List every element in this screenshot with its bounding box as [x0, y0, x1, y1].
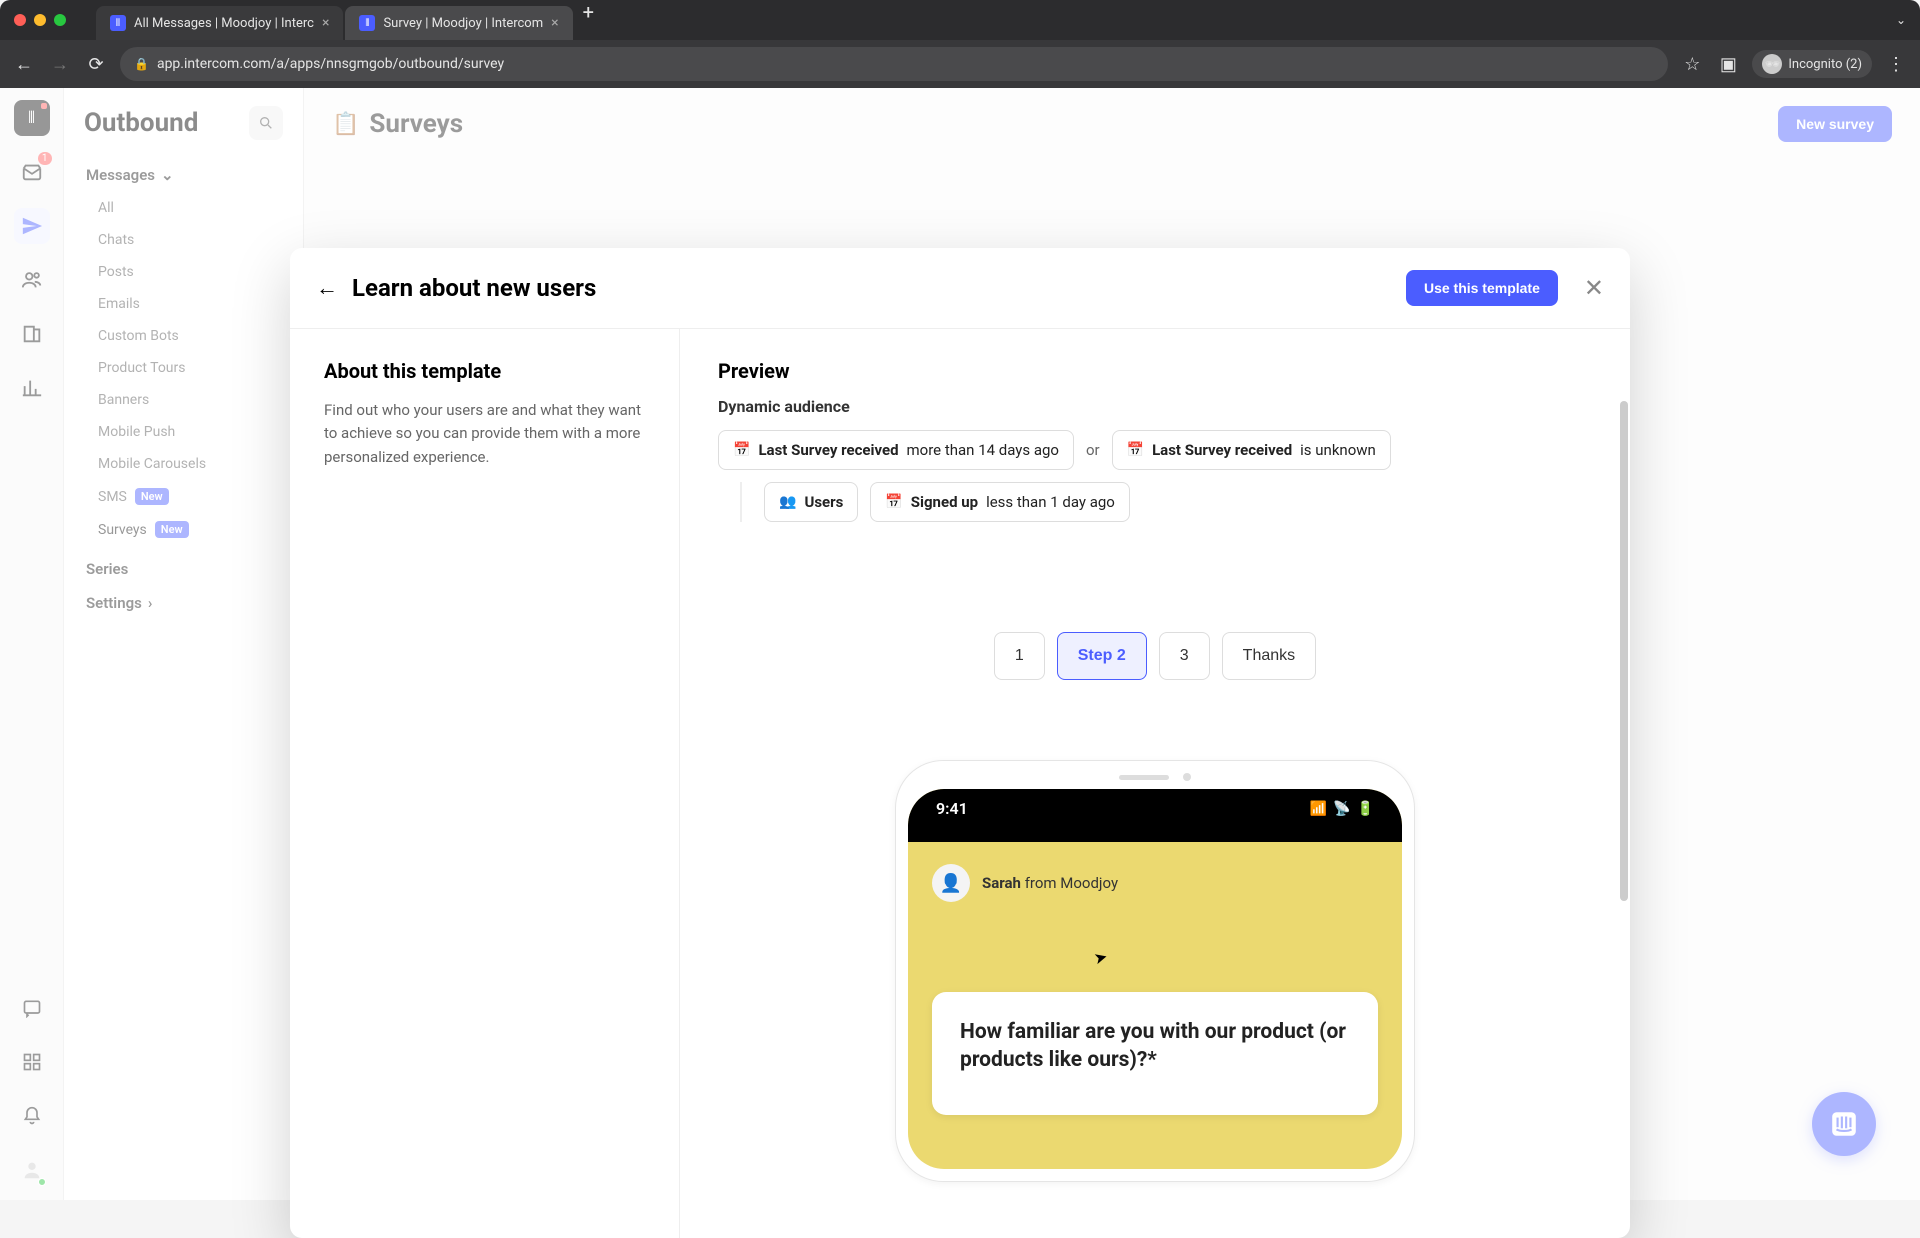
users-icon: 👥 [779, 494, 796, 510]
audience-chip[interactable]: 📅 Last Survey received more than 14 days… [718, 430, 1074, 470]
step-3-button[interactable]: 3 [1159, 632, 1210, 680]
favicon-icon: ⦀ [110, 15, 126, 31]
incognito-icon: 🕶 [1762, 54, 1782, 74]
phone-hardware-top [908, 773, 1402, 781]
speaker-icon [1119, 775, 1169, 780]
calendar-icon: 📅 [733, 442, 750, 458]
window-titlebar: ⦀ All Messages | Moodjoy | Interc × ⦀ Su… [0, 0, 1920, 40]
step-2-button[interactable]: Step 2 [1057, 632, 1147, 680]
preview-heading: Preview [718, 359, 1592, 383]
traffic-lights [14, 14, 66, 26]
signal-icon: 📶 [1310, 801, 1327, 817]
modal-title: Learn about new users [352, 274, 1392, 302]
sender-label: Sarah from Moodjoy [982, 874, 1118, 892]
modal-preview-panel: Preview Dynamic audience 📅 Last Survey r… [680, 329, 1630, 1238]
bookmark-star-icon[interactable]: ☆ [1680, 54, 1704, 75]
nav-back-icon[interactable]: ← [12, 54, 36, 75]
panel-icon[interactable]: ▣ [1716, 54, 1740, 75]
audience-title: Dynamic audience [718, 397, 1592, 416]
tab-close-icon[interactable]: × [551, 15, 558, 31]
lock-icon: 🔒 [134, 57, 149, 71]
step-switcher: 1 Step 2 3 Thanks [718, 632, 1592, 680]
tab-title: Survey | Moodjoy | Intercom [383, 16, 543, 31]
address-bar: ← → ⟳ 🔒 app.intercom.com/a/apps/nnsgmgob… [0, 40, 1920, 88]
window-close-icon[interactable] [14, 14, 26, 26]
phone-screen: 9:41 📶 📡 🔋 👤 [908, 789, 1402, 1169]
about-heading: About this template [324, 359, 645, 383]
audience-chip[interactable]: 👥 Users [764, 482, 858, 522]
incognito-indicator[interactable]: 🕶 Incognito (2) [1752, 50, 1872, 78]
phone-statusbar: 9:41 📶 📡 🔋 [908, 789, 1402, 842]
audience-chip[interactable]: 📅 Signed up less than 1 day ago [870, 482, 1130, 522]
audience-row-2: 👥 Users 📅 Signed up less than 1 day ago [740, 482, 1592, 522]
modal-body: About this template Find out who your us… [290, 329, 1630, 1238]
incognito-label: Incognito (2) [1788, 57, 1862, 72]
or-separator: or [1086, 441, 1100, 459]
tabs-overflow-icon[interactable]: ⌄ [1896, 13, 1906, 27]
browser-tab[interactable]: ⦀ Survey | Moodjoy | Intercom × [345, 6, 572, 40]
calendar-icon: 📅 [885, 494, 902, 510]
use-template-button[interactable]: Use this template [1406, 270, 1558, 306]
calendar-icon: 📅 [1127, 442, 1144, 458]
about-description: Find out who your users are and what the… [324, 399, 645, 469]
nav-forward-icon: → [48, 54, 72, 75]
browser-tab[interactable]: ⦀ All Messages | Moodjoy | Interc × [96, 6, 343, 40]
sender-avatar-icon: 👤 [932, 864, 970, 902]
camera-dot-icon [1183, 773, 1191, 781]
favicon-icon: ⦀ [359, 15, 375, 31]
scrollbar[interactable] [1620, 401, 1628, 901]
browser-tabs: ⦀ All Messages | Moodjoy | Interc × ⦀ Su… [96, 0, 594, 40]
survey-sender: 👤 Sarah from Moodjoy [932, 864, 1378, 902]
kebab-menu-icon[interactable]: ⋮ [1884, 54, 1908, 75]
audience-chip[interactable]: 📅 Last Survey received is unknown [1112, 430, 1391, 470]
audience-row-1: 📅 Last Survey received more than 14 days… [718, 430, 1592, 470]
survey-question-card: How familiar are you with our product (o… [932, 992, 1378, 1115]
template-preview-modal: ← Learn about new users Use this templat… [290, 248, 1630, 1238]
url-text: app.intercom.com/a/apps/nnsgmgob/outboun… [157, 56, 504, 72]
survey-content: 👤 Sarah from Moodjoy How familiar are yo… [908, 842, 1402, 1115]
wifi-icon: 📡 [1333, 801, 1350, 817]
nav-reload-icon[interactable]: ⟳ [84, 54, 108, 75]
step-thanks-button[interactable]: Thanks [1222, 632, 1316, 680]
phone-preview: 9:41 📶 📡 🔋 👤 [718, 760, 1592, 1182]
tab-close-icon[interactable]: × [322, 15, 329, 31]
phone-notch-icon [1070, 789, 1240, 817]
survey-question-text: How familiar are you with our product (o… [960, 1018, 1350, 1075]
window-minimize-icon[interactable] [34, 14, 46, 26]
new-tab-button[interactable]: + [583, 0, 594, 40]
tab-title: All Messages | Moodjoy | Interc [134, 16, 314, 31]
step-1-button[interactable]: 1 [994, 632, 1045, 680]
window-maximize-icon[interactable] [54, 14, 66, 26]
modal-back-button[interactable]: ← [316, 275, 338, 301]
phone-frame: 9:41 📶 📡 🔋 👤 [895, 760, 1415, 1182]
url-field[interactable]: 🔒 app.intercom.com/a/apps/nnsgmgob/outbo… [120, 47, 1668, 81]
modal-header: ← Learn about new users Use this templat… [290, 248, 1630, 329]
status-time: 9:41 [936, 799, 968, 818]
battery-icon: 🔋 [1357, 801, 1374, 817]
app-shell: ⦀ Outbound [0, 88, 1920, 1200]
modal-close-button[interactable]: ✕ [1584, 274, 1604, 302]
modal-about-panel: About this template Find out who your us… [290, 329, 680, 1238]
